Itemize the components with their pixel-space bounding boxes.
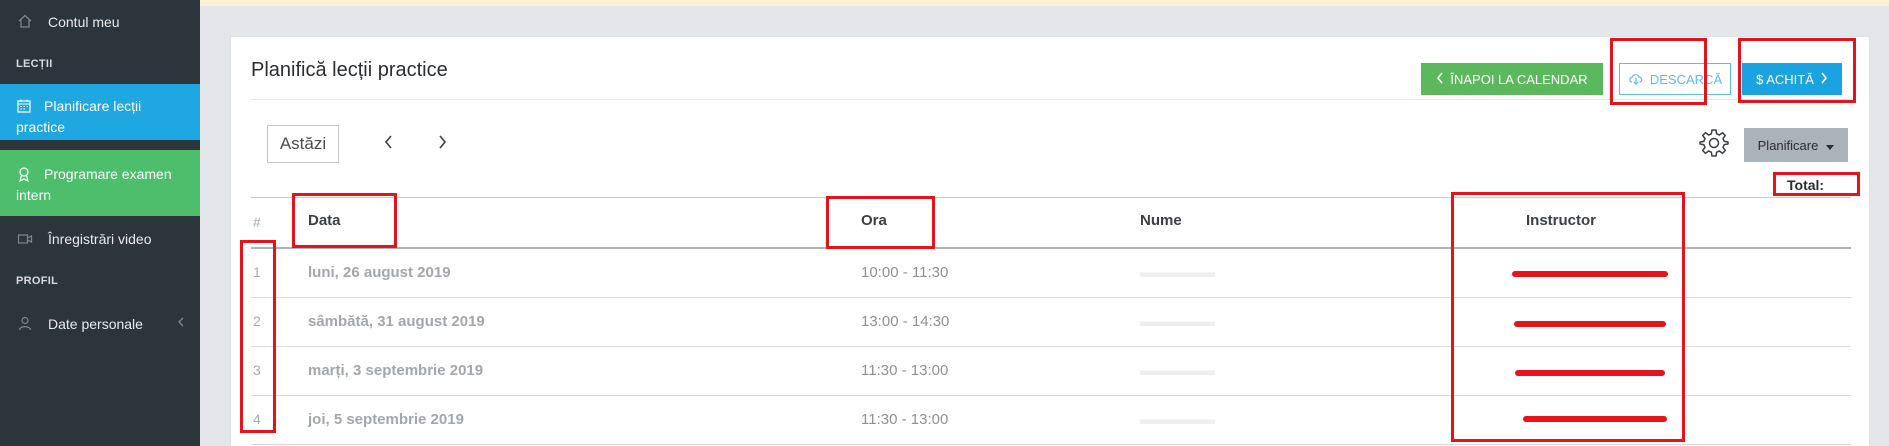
- annotation-box-instructor: [1451, 192, 1685, 442]
- sidebar: Contul meu LECȚII Planificare lecții pra…: [0, 0, 200, 446]
- row-date: luni, 26 august 2019: [308, 264, 451, 281]
- row-date: joi, 5 septembrie 2019: [308, 411, 464, 428]
- chevron-right-icon: [437, 134, 447, 155]
- video-icon: [17, 231, 33, 247]
- sidebar-section-lessons: LECȚII: [16, 58, 53, 70]
- row-date: sâmbătă, 31 august 2019: [308, 313, 485, 330]
- user-icon: [17, 315, 33, 331]
- award-icon: [16, 166, 32, 183]
- column-header-name[interactable]: Nume: [1140, 212, 1182, 229]
- row-time: 10:00 - 11:30: [861, 264, 949, 281]
- annotation-box-pay: [1738, 38, 1856, 103]
- planning-dropdown-label: Planificare: [1757, 137, 1819, 153]
- settings-button[interactable]: [1697, 127, 1731, 161]
- sidebar-item-plan-lessons[interactable]: Planificare lecții practice: [0, 84, 200, 140]
- annotation-box-index: [240, 240, 276, 433]
- chevron-left-icon: [1436, 71, 1444, 88]
- home-icon: [17, 13, 33, 29]
- sidebar-item-label: Programare examen intern: [16, 166, 172, 203]
- sidebar-section-profile: PROFIL: [16, 275, 59, 287]
- annotation-box-time-header: [826, 196, 935, 249]
- calendar-icon: [16, 98, 32, 114]
- sidebar-item-label: Planificare lecții practice: [16, 98, 142, 135]
- back-to-calendar-button[interactable]: ÎNAPOI LA CALENDAR: [1421, 63, 1603, 95]
- row-date: marți, 3 septembrie 2019: [308, 362, 484, 379]
- gear-icon: [1699, 127, 1729, 162]
- row-name-blurred: ▬▬▬▬▬: [1140, 264, 1215, 281]
- back-button-label: ÎNAPOI LA CALENDAR: [1450, 71, 1588, 87]
- row-time: 11:30 - 13:00: [861, 411, 949, 428]
- sidebar-item-account[interactable]: Contul meu: [0, 12, 200, 36]
- annotation-box-date-header: [292, 193, 397, 248]
- column-header-index: #: [253, 214, 261, 230]
- top-banner: [200, 0, 1889, 6]
- chevron-left-icon: [176, 314, 186, 333]
- next-button[interactable]: [429, 131, 455, 157]
- row-name-blurred: ▬▬▬▬▬: [1140, 313, 1215, 330]
- sidebar-item-label: Contul meu: [48, 14, 120, 30]
- today-button[interactable]: Astăzi: [267, 125, 339, 163]
- sidebar-item-video[interactable]: Înregistrări video: [0, 230, 200, 254]
- row-time: 13:00 - 14:30: [861, 313, 950, 330]
- row-name-blurred: ▬▬▬▬▬: [1140, 411, 1215, 428]
- sidebar-item-exam[interactable]: Programare examen intern: [0, 150, 200, 216]
- annotation-box-download: [1610, 38, 1707, 105]
- sidebar-item-label: Date personale: [48, 316, 143, 332]
- previous-button[interactable]: [376, 131, 402, 157]
- annotation-box-total: [1773, 172, 1860, 196]
- chevron-left-icon: [384, 134, 394, 155]
- row-name-blurred: ▬▬▬▬▬: [1140, 362, 1215, 379]
- caret-down-icon: [1826, 138, 1835, 153]
- planning-dropdown[interactable]: Planificare: [1744, 128, 1848, 162]
- sidebar-item-label: Înregistrări video: [48, 231, 152, 247]
- row-time: 11:30 - 13:00: [861, 362, 949, 379]
- page-title: Planifică lecții practice: [251, 59, 448, 81]
- sidebar-item-personal[interactable]: Date personale: [0, 314, 200, 338]
